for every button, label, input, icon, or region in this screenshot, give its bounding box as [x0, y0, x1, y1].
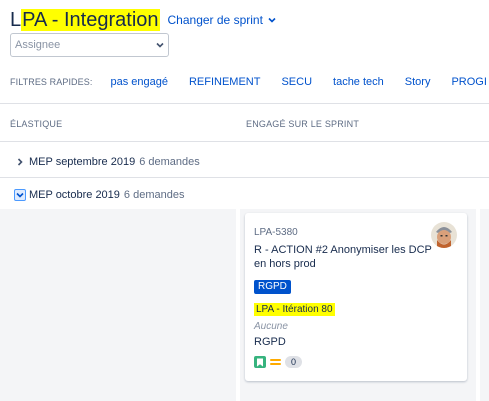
swimlane-count: 6 demandes: [139, 156, 200, 168]
epic-link[interactable]: LPA - Itération 80: [254, 303, 335, 316]
column-header-elastique: ÉLASTIQUE: [10, 119, 63, 129]
priority-medium-icon: [270, 356, 281, 368]
quick-filter-refinement[interactable]: REFINEMENT: [189, 76, 261, 88]
divider: [0, 177, 489, 178]
change-sprint-link[interactable]: Changer de sprint: [168, 13, 277, 27]
avatar: [431, 222, 457, 248]
board-page: LPA - Integration Changer de sprint Assi…: [0, 0, 489, 401]
swimlane-name: MEP septembre 2019: [29, 156, 136, 168]
chevron-down-icon[interactable]: [14, 189, 26, 201]
issue-card[interactable]: LPA-5380 R - ACTION #2 Anonymiser les DC…: [245, 213, 467, 381]
change-sprint-label: Changer de sprint: [167, 13, 263, 27]
board-title: LPA - Integration: [10, 8, 160, 32]
board-title-prefix: L: [10, 9, 22, 31]
quick-filters-label: FILTRES RAPIDES:: [10, 77, 93, 87]
swimlane-mep-octobre[interactable]: MEP octobre 2019 6 demandes: [14, 189, 184, 201]
swimlane-name: MEP octobre 2019: [29, 189, 120, 201]
card-footer: 0: [254, 356, 303, 368]
chevron-down-icon: [268, 17, 276, 23]
chevron-down-icon: [152, 37, 168, 53]
assignee-select[interactable]: Assignee: [10, 33, 169, 57]
estimate-badge: 0: [285, 356, 303, 368]
swimlane-mep-septembre[interactable]: MEP septembre 2019 6 demandes: [14, 156, 200, 168]
column-partial-body: [480, 209, 489, 401]
column-elastique-body: [0, 209, 236, 401]
column-gap: [480, 105, 489, 141]
label-badge[interactable]: RGPD: [254, 280, 291, 294]
quick-filters: FILTRES RAPIDES: pas engagé REFINEMENT S…: [10, 76, 489, 88]
component: RGPD: [254, 336, 286, 348]
column-header-engage: ENGAGÉ SUR LE SPRINT: [246, 119, 360, 129]
quick-filter-progi-v2[interactable]: PROGI v2: [451, 76, 489, 88]
story-icon: [254, 356, 266, 368]
divider: [0, 141, 489, 142]
assignee-placeholder: Assignee: [15, 39, 61, 51]
board-header: LPA - Integration Changer de sprint: [10, 8, 277, 32]
fix-version: Aucune: [254, 321, 288, 332]
issue-summary: R - ACTION #2 Anonymiser les DCP en hors…: [254, 244, 432, 270]
quick-filter-pas-engage[interactable]: pas engagé: [110, 76, 168, 88]
issue-key[interactable]: LPA-5380: [254, 227, 298, 238]
quick-filter-secu[interactable]: SECU: [281, 76, 312, 88]
divider: [0, 103, 489, 104]
board-title-highlight: PA - Integration: [21, 9, 160, 31]
quick-filter-tache-tech[interactable]: tache tech: [333, 76, 384, 88]
swimlane-count: 6 demandes: [123, 189, 185, 201]
chevron-right-icon[interactable]: [14, 156, 26, 168]
quick-filter-story[interactable]: Story: [405, 76, 431, 88]
